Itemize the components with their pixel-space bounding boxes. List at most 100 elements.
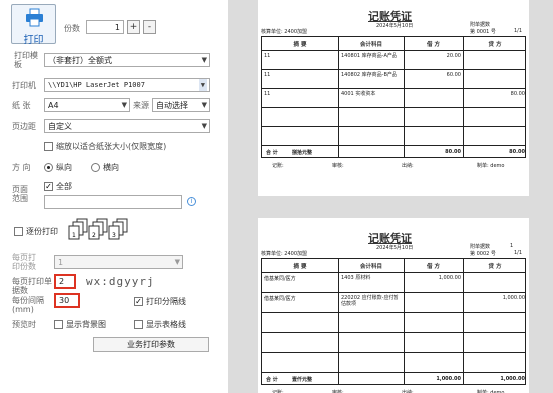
print-label: 打印 — [23, 35, 44, 46]
voucher-table: 摘 要 会计科目 借 方 贷 方 11 140801 库存商品-A产品 20.00 11 140… — [261, 36, 526, 158]
column-header: 摘 要 — [293, 42, 307, 48]
biz-params-button[interactable]: 业务打印参数 — [93, 337, 209, 352]
row-summary: 11 — [264, 91, 271, 97]
attach-label: 附单据数 — [470, 244, 491, 250]
row-account: 220202 应付账款-应付暂估款项 — [341, 295, 399, 307]
row-debit: 1,000.00 — [438, 275, 461, 281]
sign-field: 审核: — [332, 390, 344, 393]
total-words: 捌拾元整 — [292, 150, 313, 156]
row-account: 140801 库存商品-A产品 — [341, 53, 397, 59]
voucher-page-2: 记账凭证 2024年5月10日 核算单位: 2400加盟 附单据数 1 第 0002 号1… — [258, 218, 529, 393]
sign-field: 制单: demo — [477, 163, 505, 169]
shrink-checkbox[interactable] — [44, 142, 53, 151]
sepline-checkbox[interactable]: ✓ — [134, 297, 143, 306]
total-debit: 80.00 — [445, 149, 461, 155]
margin-select[interactable]: 自定义 ▼ — [44, 119, 210, 133]
row-summary: 借基某同/医方 — [264, 296, 296, 302]
voucher-unit: 核算单位: 2400加盟 — [261, 29, 307, 35]
show-grid-checkbox[interactable] — [134, 320, 143, 329]
sign-field: 审核: — [332, 163, 344, 169]
row-account: 4001 实收资本 — [341, 91, 376, 97]
settings-panel: 打印 份数 1 + - 打印模板 （非套打）全额式 ▼ 打印机 \\YD1\HP … — [0, 0, 228, 393]
chevron-down-icon: ▼ — [121, 101, 127, 109]
row-summary: 借基某同/医方 — [264, 276, 296, 282]
voucher-date: 2024年5月10日 — [376, 23, 414, 29]
attach-count: 1 — [510, 243, 514, 249]
total-debit: 1,000.00 — [436, 376, 461, 382]
copies-input[interactable]: 1 — [86, 20, 124, 34]
info-icon[interactable]: i — [187, 197, 196, 206]
all-label: 全部 — [56, 182, 72, 191]
row-summary: 11 — [264, 72, 271, 78]
watermark-text: wx:dgyyrj — [86, 275, 155, 288]
collate-checkbox[interactable] — [14, 227, 23, 236]
attach-label: 附单据数 — [470, 22, 491, 28]
sepline-label: 打印分隔线 — [146, 297, 186, 306]
paper-label: 纸 张 — [12, 101, 31, 110]
total-words: 壹仟元整 — [292, 377, 313, 383]
per-page-value: 1 — [58, 258, 64, 267]
preview-label: 预览时 — [12, 320, 36, 329]
gap-input[interactable]: 30 — [54, 293, 80, 308]
total-credit: 1,000.00 — [500, 376, 525, 382]
source-select[interactable]: 自动选择 ▼ — [152, 98, 210, 112]
svg-text:2: 2 — [92, 232, 96, 239]
print-preview: 记账凭证 2024年5月10日 核算单位: 2400加盟 附单据数第 0001 号 1/… — [228, 0, 553, 393]
row-account: 140802 库存商品-B产品 — [341, 72, 397, 78]
per-page-label: 每页打印份数 — [12, 253, 36, 271]
plus-button[interactable]: + — [127, 20, 140, 34]
voucher-table: 摘 要 会计科目 借 方 贷 方借基某同/医方 1403 原材料 1,000.00 借基某同… — [261, 258, 526, 385]
svg-text:1: 1 — [72, 232, 76, 239]
all-checkbox[interactable]: ✓ — [44, 182, 53, 191]
copies-value: 1 — [114, 23, 120, 32]
per-print-label: 每页打印单据数 — [12, 277, 52, 295]
printer-value: \\YD1\HP LaserJet P1007 — [48, 81, 145, 89]
paper-value: A4 — [48, 101, 59, 110]
print-button[interactable]: 打印 — [11, 4, 56, 46]
template-select[interactable]: （非套打）全额式 ▼ — [44, 53, 210, 67]
portrait-label: 纵向 — [56, 163, 72, 172]
voucher-unit: 核算单位: 2400加盟 — [261, 251, 307, 257]
landscape-radio[interactable] — [91, 163, 100, 172]
collate-pages-icon: 1 2 3 — [67, 218, 133, 248]
row-debit: 60.00 — [446, 72, 461, 78]
per-print-input[interactable]: 2 — [54, 274, 76, 289]
landscape-label: 横向 — [103, 163, 119, 172]
column-header: 摘 要 — [293, 264, 307, 270]
shrink-label: 缩放以适合纸张大小(仅限宽度) — [56, 142, 167, 151]
margin-label: 页边距 — [12, 122, 36, 131]
show-grid-label: 显示表格线 — [146, 320, 186, 329]
total-label: 合 计 — [266, 150, 278, 156]
printer-label: 打印机 — [12, 81, 36, 90]
minus-button[interactable]: - — [143, 20, 156, 34]
paper-select[interactable]: A4 ▼ — [44, 98, 130, 112]
sign-field: 出纳: — [402, 390, 414, 393]
range-label: 页面范围 — [12, 185, 28, 203]
row-debit: 20.00 — [446, 53, 461, 59]
source-value: 自动选择 — [156, 101, 188, 110]
sign-field: 制单: demo — [477, 390, 505, 393]
range-input[interactable] — [44, 195, 182, 209]
column-header: 借 方 — [427, 42, 440, 48]
show-bg-checkbox[interactable] — [54, 320, 63, 329]
gap-value: 30 — [59, 296, 70, 305]
voucher-pages: 1/1 — [514, 28, 523, 34]
voucher-number: 第 0002 号 — [470, 251, 496, 257]
portrait-radio[interactable] — [44, 163, 53, 172]
chevron-down-icon: ▼ — [198, 79, 207, 91]
show-bg-label: 显示背景图 — [66, 320, 106, 329]
column-header: 贷 方 — [488, 264, 502, 270]
per-print-value: 2 — [59, 277, 65, 286]
printer-icon — [25, 8, 44, 28]
template-value: （非套打）全额式 — [48, 56, 112, 65]
column-header: 贷 方 — [488, 42, 502, 48]
row-credit: 80.00 — [510, 91, 525, 97]
chevron-down-icon: ▼ — [174, 258, 180, 266]
copies-label: 份数 — [64, 24, 80, 33]
gap-label: 每份间隔(mm) — [12, 296, 44, 314]
per-page-select[interactable]: 1 ▼ — [54, 255, 183, 269]
sign-field: 出纳: — [402, 163, 414, 169]
printer-select[interactable]: \\YD1\HP LaserJet P1007 ▼ — [44, 78, 210, 92]
column-header: 会计科目 — [359, 264, 382, 270]
column-header: 借 方 — [427, 264, 440, 270]
